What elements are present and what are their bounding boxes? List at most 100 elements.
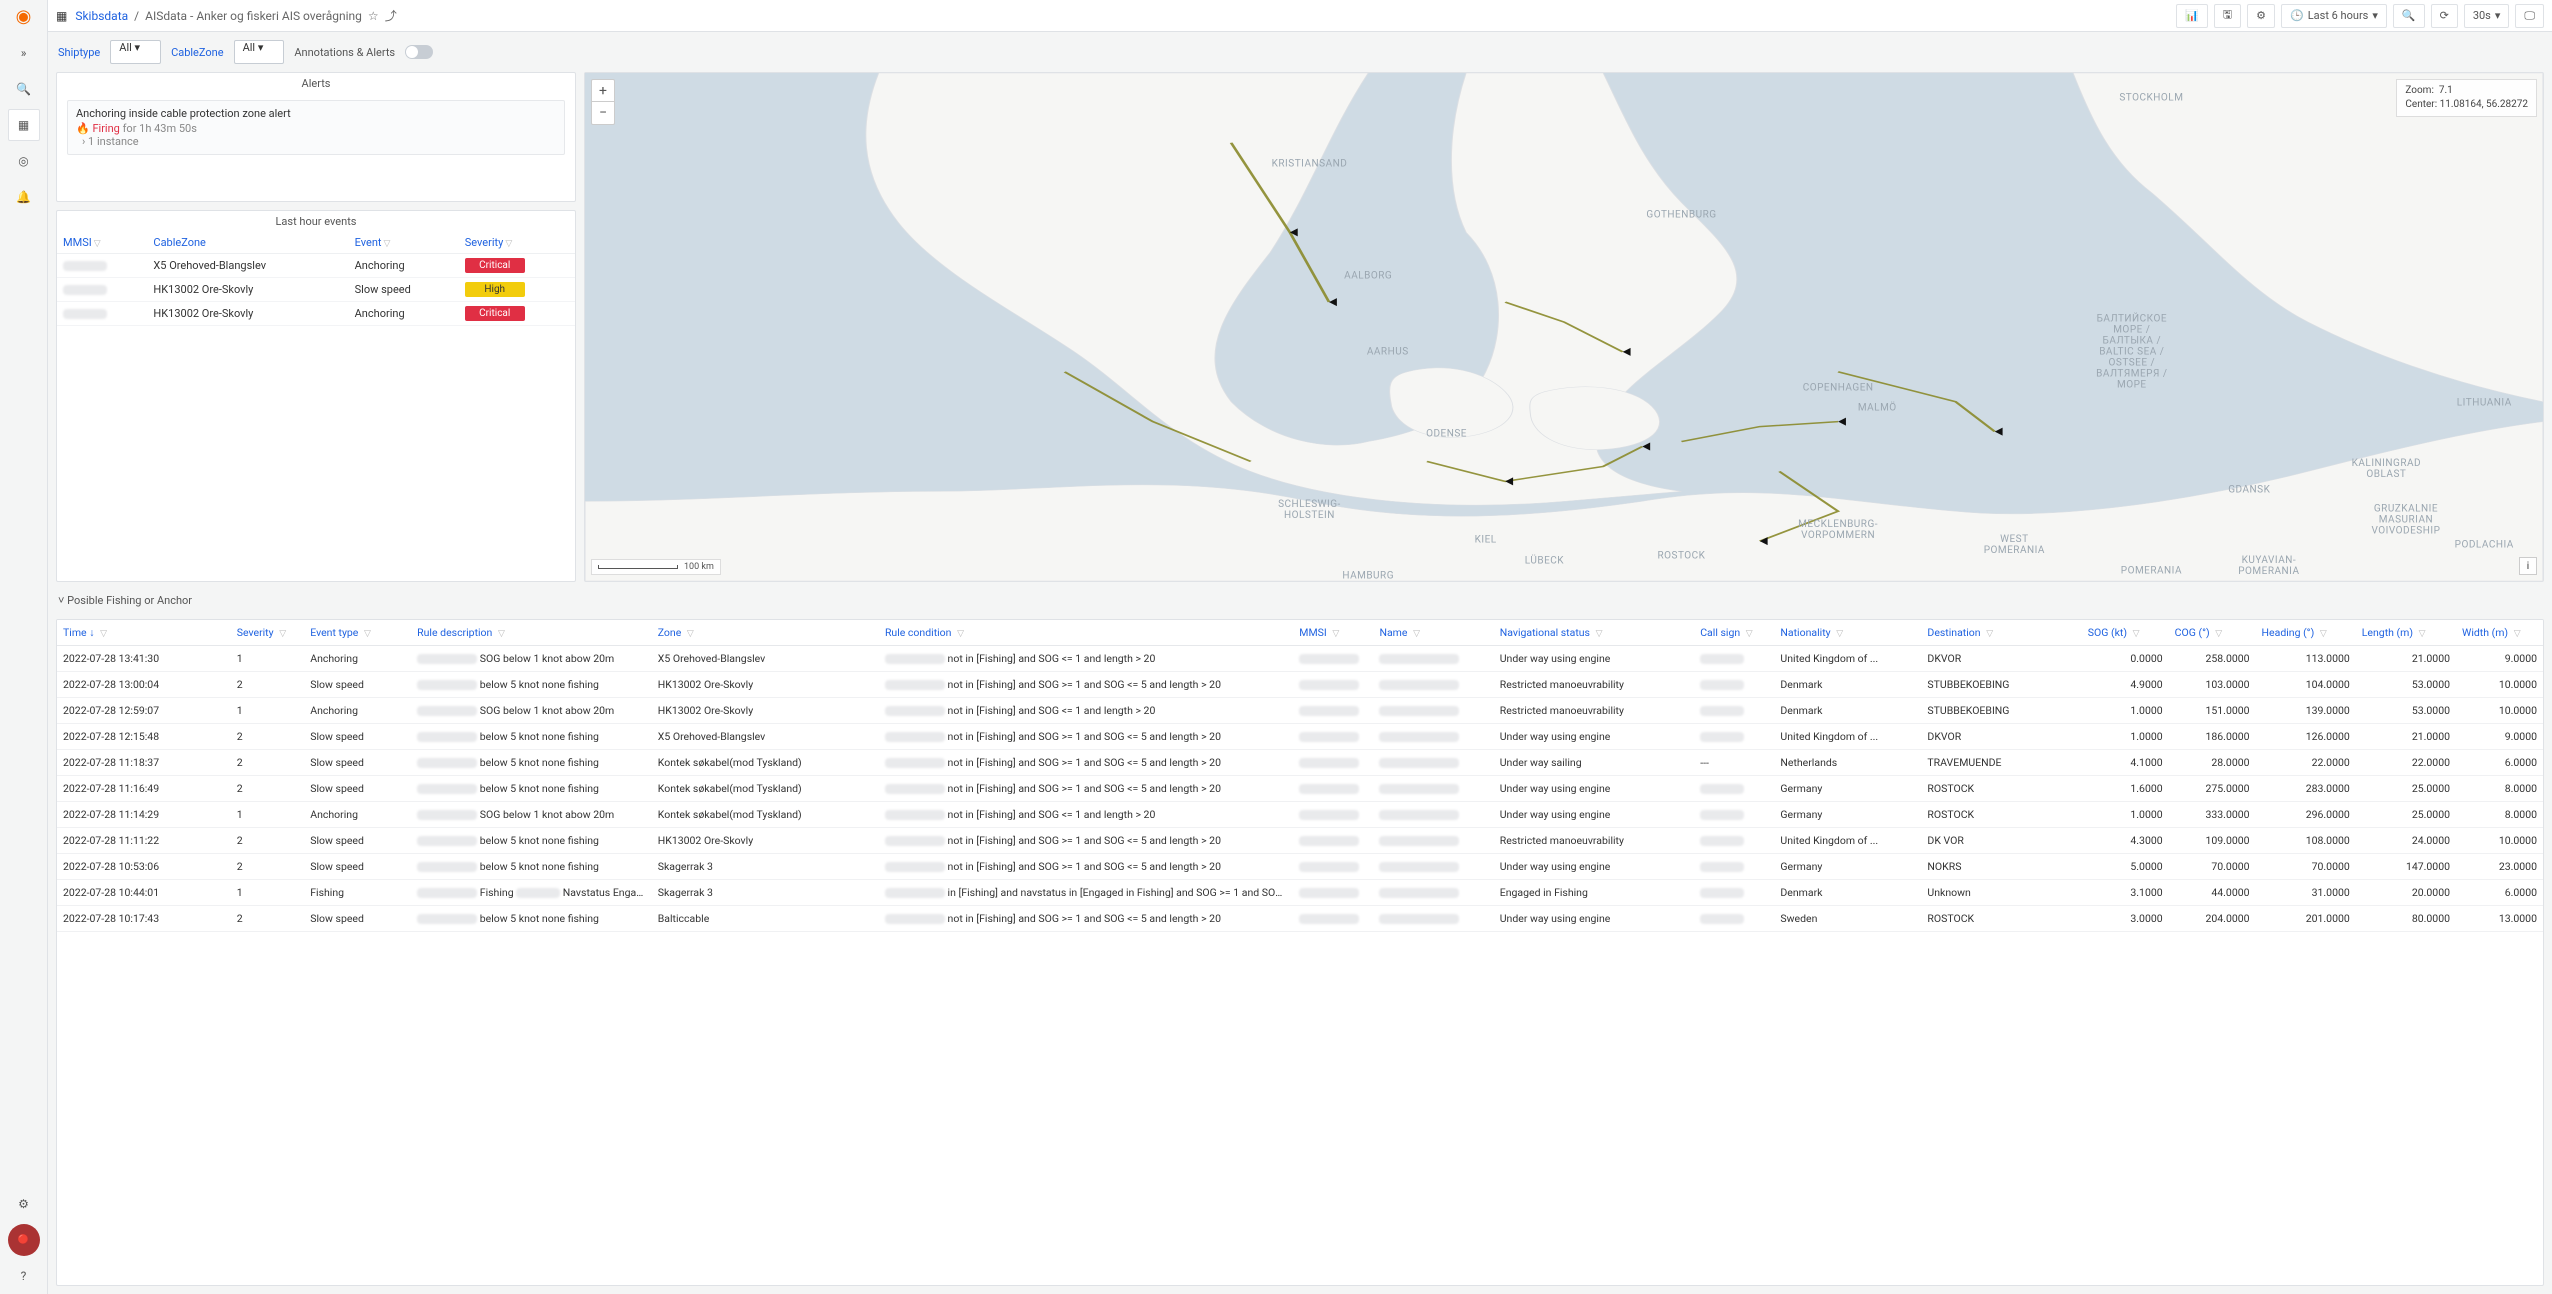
alert-title: Anchoring inside cable protection zone a… (76, 107, 556, 120)
filter-icon[interactable]: ▽ (957, 629, 964, 639)
table-row[interactable]: 2022-07-28 12:59:071Anchoring SOG below … (57, 698, 2543, 724)
save-button[interactable]: 🖫 (2214, 4, 2241, 28)
table-row[interactable]: 2022-07-28 11:16:492Slow speed below 5 k… (57, 776, 2543, 802)
chevron-right-icon[interactable]: › (82, 135, 85, 148)
dashboard-icon: ▦ (56, 9, 67, 23)
col-zone[interactable]: Zone ▽ (652, 620, 879, 646)
panel-title[interactable]: Last hour events (57, 211, 575, 232)
col-name[interactable]: Name ▽ (1373, 620, 1493, 646)
col-mmsi[interactable]: MMSI ▽ (1293, 620, 1373, 646)
view-mode-button[interactable]: 🖵 (2515, 4, 2544, 28)
table-row[interactable]: 2022-07-28 10:44:011Fishing Fishing Navs… (57, 880, 2543, 906)
col-cablezone[interactable]: CableZone (147, 232, 348, 254)
col-callsign[interactable]: Call sign ▽ (1694, 620, 1774, 646)
map-canvas[interactable]: STOCKHOLMKRISTIANSANDGOTHENBURGAALBORGAA… (585, 73, 2543, 581)
filter-icon[interactable]: ▽ (2320, 629, 2327, 639)
col-event[interactable]: Event▽ (349, 232, 459, 254)
col-rulecond[interactable]: Rule condition ▽ (879, 620, 1293, 646)
cablezone-select[interactable]: All ▾ (234, 40, 285, 64)
filter-icon[interactable]: ▽ (384, 239, 391, 249)
table-row[interactable]: 2022-07-28 13:41:301Anchoring SOG below … (57, 646, 2543, 672)
panel-title[interactable]: Alerts (57, 73, 575, 94)
filter-icon[interactable]: ▽ (1986, 629, 1993, 639)
col-time[interactable]: Time ↓ ▽ (57, 620, 231, 646)
col-length[interactable]: Length (m) ▽ (2356, 620, 2456, 646)
settings-button[interactable]: ⚙ (2247, 4, 2275, 28)
table-row[interactable]: 2022-07-28 10:17:432Slow speed below 5 k… (57, 906, 2543, 932)
col-navstatus[interactable]: Navigational status ▽ (1494, 620, 1694, 646)
filter-icon[interactable]: ▽ (1332, 629, 1339, 639)
time-range-picker[interactable]: 🕒Last 6 hours▾ (2281, 4, 2387, 28)
map-place-label: SCHLESWIG- HOLSTEIN (1278, 499, 1341, 521)
user-avatar[interactable]: 🔴 (8, 1224, 40, 1256)
cell-mmsi (57, 278, 147, 302)
map-place-label: LÜBECK (1525, 555, 1564, 566)
filter-icon[interactable]: ▽ (279, 629, 286, 639)
zoom-in-button[interactable]: + (592, 80, 614, 102)
nav-expand-icon[interactable]: » (8, 37, 40, 69)
filter-icon[interactable]: ▽ (1836, 629, 1843, 639)
col-sog[interactable]: SOG (kt) ▽ (2082, 620, 2169, 646)
filter-icon[interactable]: ▽ (1746, 629, 1753, 639)
share-icon[interactable]: ⤴ (385, 7, 397, 24)
col-width[interactable]: Width (m) ▽ (2456, 620, 2543, 646)
col-eventtype[interactable]: Event type ▽ (304, 620, 411, 646)
filter-icon[interactable]: ▽ (498, 629, 505, 639)
filter-icon[interactable]: ▽ (2514, 629, 2521, 639)
col-cog[interactable]: COG (°) ▽ (2169, 620, 2256, 646)
filter-icon[interactable]: ▽ (1413, 629, 1420, 639)
filter-icon[interactable]: ▽ (2133, 629, 2140, 639)
row-header[interactable]: ˅ Posible Fishing or Anchor (56, 590, 2544, 611)
alert-item[interactable]: Anchoring inside cable protection zone a… (67, 100, 565, 155)
col-severity[interactable]: Severity ▽ (231, 620, 305, 646)
add-panel-button[interactable]: 📊 (2176, 4, 2208, 28)
annotations-toggle[interactable] (405, 45, 433, 59)
table-row[interactable]: 2022-07-28 10:53:062Slow speed below 5 k… (57, 854, 2543, 880)
table-row[interactable]: 2022-07-28 11:14:291Anchoring SOG below … (57, 802, 2543, 828)
filter-icon[interactable]: ▽ (2419, 629, 2426, 639)
refresh-interval-picker[interactable]: 30s▾ (2464, 4, 2510, 28)
map-panel: STOCKHOLMKRISTIANSANDGOTHENBURGAALBORGAA… (584, 72, 2544, 582)
col-ruledesc[interactable]: Rule description ▽ (411, 620, 652, 646)
explore-icon[interactable]: ◎ (8, 145, 40, 177)
col-destination[interactable]: Destination ▽ (1921, 620, 2081, 646)
chevron-down-icon: ▾ (2372, 9, 2378, 22)
filter-icon[interactable]: ▽ (364, 629, 371, 639)
filter-icon[interactable]: ▽ (100, 629, 107, 639)
zoom-out-button[interactable]: 🔍 (2393, 4, 2425, 28)
map-place-label: POMERANIA (2121, 565, 2182, 576)
filter-icon[interactable]: ▽ (687, 629, 694, 639)
zoom-out-button[interactable]: − (592, 102, 614, 124)
cell-severity: Critical (459, 254, 575, 278)
table-row[interactable]: HK13002 Ore-SkovlyAnchoringCritical (57, 302, 575, 326)
table-row[interactable]: 2022-07-28 11:11:222Slow speed below 5 k… (57, 828, 2543, 854)
star-icon[interactable]: ☆ (368, 9, 379, 23)
filter-icon[interactable]: ▽ (94, 239, 101, 249)
filter-icon[interactable]: ▽ (2215, 629, 2222, 639)
search-icon[interactable]: 🔍 (8, 73, 40, 105)
table-row[interactable]: 2022-07-28 11:18:372Slow speed below 5 k… (57, 750, 2543, 776)
table-row[interactable]: 2022-07-28 13:00:042Slow speed below 5 k… (57, 672, 2543, 698)
table-row[interactable]: 2022-07-28 12:15:482Slow speed below 5 k… (57, 724, 2543, 750)
map-zoom-control: + − (591, 79, 615, 125)
filter-icon[interactable]: ▽ (505, 239, 512, 249)
map-attribution-button[interactable]: i (2519, 557, 2537, 575)
chevron-down-icon: ▾ (2495, 9, 2501, 22)
breadcrumb-folder[interactable]: Skibsdata (75, 9, 128, 23)
col-nationality[interactable]: Nationality ▽ (1774, 620, 1921, 646)
col-mmsi[interactable]: MMSI▽ (57, 232, 147, 254)
refresh-button[interactable]: ⟳ (2431, 4, 2458, 28)
config-gear-icon[interactable]: ⚙ (8, 1188, 40, 1220)
shiptype-select[interactable]: All ▾ (110, 40, 161, 64)
table-row[interactable]: HK13002 Ore-SkovlySlow speedHigh (57, 278, 575, 302)
table-row[interactable]: X5 Orehoved-BlangslevAnchoringCritical (57, 254, 575, 278)
col-heading[interactable]: Heading (°) ▽ (2256, 620, 2356, 646)
help-icon[interactable]: ? (8, 1260, 40, 1292)
map-place-label: ODENSE (1426, 428, 1467, 439)
save-icon: 🖫 (2223, 6, 2232, 25)
dashboards-icon[interactable]: ▦ (8, 109, 40, 141)
filter-icon[interactable]: ▽ (1596, 629, 1603, 639)
col-severity[interactable]: Severity▽ (459, 232, 575, 254)
grafana-logo-icon[interactable]: ◉ (16, 6, 32, 27)
alerting-icon[interactable]: 🔔 (8, 181, 40, 213)
